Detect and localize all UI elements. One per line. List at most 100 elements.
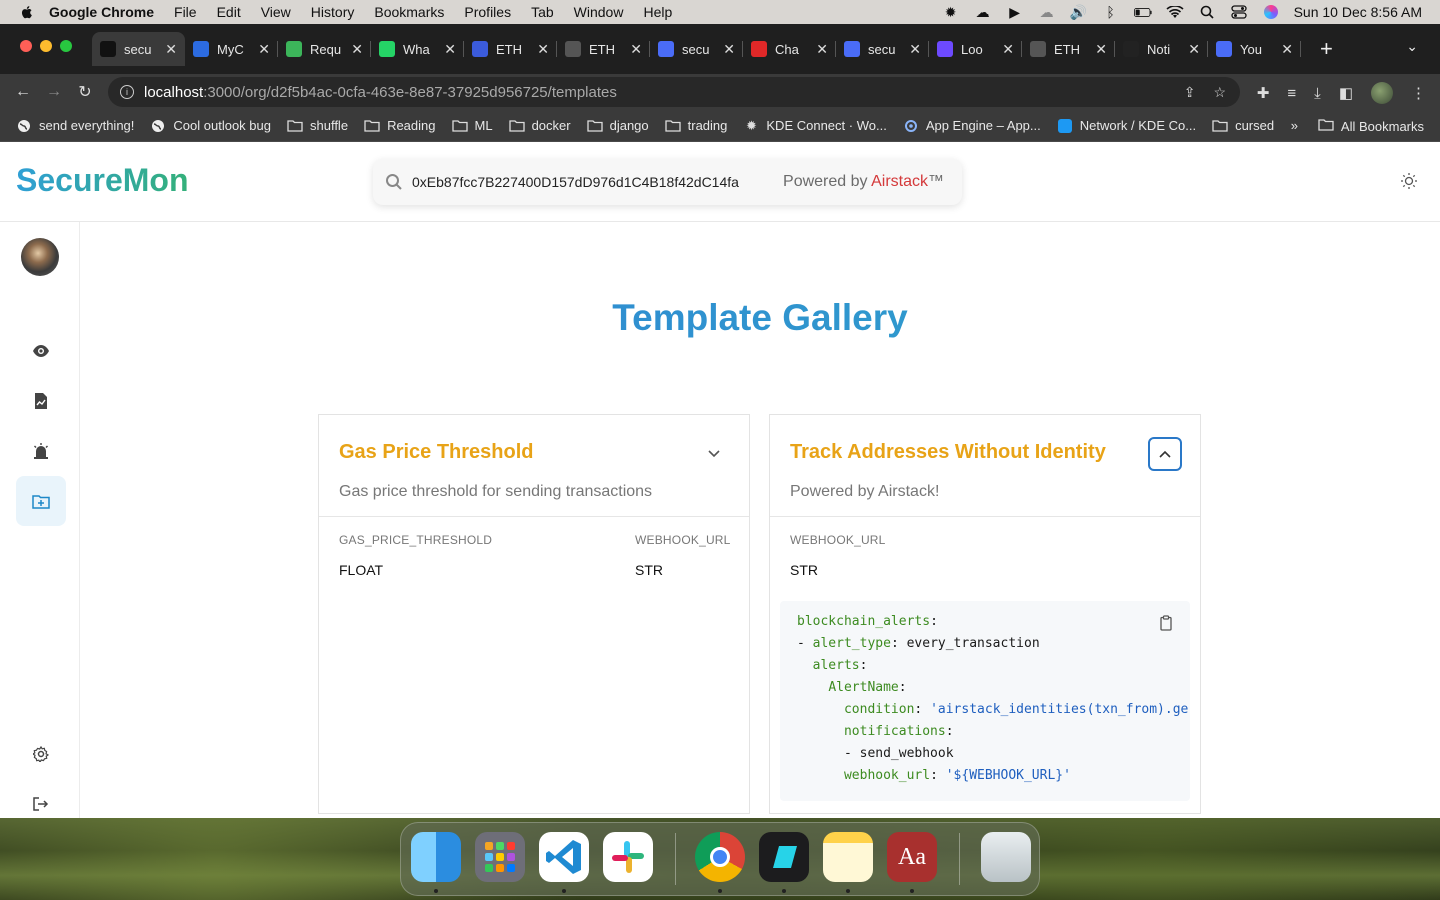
tab-search-chevron-icon[interactable]: ⌄: [1406, 38, 1418, 55]
bookmarks-overflow-button[interactable]: »: [1291, 118, 1298, 133]
address-search-bar[interactable]: 0xEb87fcc7B227400D157dD976d1C4B18f42dC14…: [373, 159, 962, 205]
wifi-icon[interactable]: [1166, 5, 1184, 19]
tab-close-icon[interactable]: ✕: [258, 41, 270, 58]
brand-logo[interactable]: SecureMon: [16, 162, 188, 199]
browser-tab[interactable]: ETH ✕: [464, 32, 557, 66]
zoom-window-button[interactable]: [60, 40, 72, 52]
tab-close-icon[interactable]: ✕: [165, 41, 177, 58]
bookmark-item[interactable]: shuffle: [287, 118, 348, 133]
sun-theme-toggle-icon[interactable]: [1400, 172, 1418, 190]
tab-close-icon[interactable]: ✕: [1095, 41, 1107, 58]
side-panel-icon[interactable]: ◧: [1339, 84, 1353, 102]
download-icon[interactable]: ⤓: [1314, 85, 1321, 102]
battery-icon[interactable]: [1133, 5, 1152, 19]
bookmark-item[interactable]: ✹ KDE Connect · Wo...: [743, 118, 887, 134]
tab-close-icon[interactable]: ✕: [630, 41, 642, 58]
bookmark-item[interactable]: ML: [451, 118, 493, 133]
browser-tab[interactable]: You ✕: [1208, 32, 1301, 66]
clipboard-copy-icon[interactable]: [1158, 615, 1174, 631]
user-avatar[interactable]: [21, 238, 59, 276]
minimize-window-button[interactable]: [40, 40, 52, 52]
menu-help[interactable]: Help: [643, 4, 672, 20]
menu-profiles[interactable]: Profiles: [464, 4, 511, 20]
menu-view[interactable]: View: [261, 4, 291, 20]
slack-app-icon[interactable]: [603, 832, 653, 882]
tab-close-icon[interactable]: ✕: [1281, 41, 1293, 58]
back-arrow-icon[interactable]: ←: [15, 83, 31, 100]
tab-close-icon[interactable]: ✕: [909, 41, 921, 58]
vscode-app-icon[interactable]: [539, 832, 589, 882]
launchpad-app-icon[interactable]: [475, 832, 525, 882]
browser-tab[interactable]: Cha ✕: [743, 32, 836, 66]
control-center-icon[interactable]: [1230, 5, 1248, 19]
browser-tab[interactable]: Wha ✕: [371, 32, 464, 66]
close-window-button[interactable]: [20, 40, 32, 52]
siri-icon[interactable]: [1262, 5, 1280, 19]
volume-icon[interactable]: 🔊: [1070, 4, 1088, 20]
menu-app-name[interactable]: Google Chrome: [49, 4, 154, 20]
address-bar[interactable]: i localhost :3000/org/d2f5b4ac-0cfa-463e…: [108, 77, 1240, 107]
browser-tab[interactable]: secu ✕: [836, 32, 929, 66]
finder-app-icon[interactable]: [411, 832, 461, 882]
dictionary-app-icon[interactable]: Aa: [887, 832, 937, 882]
settings-gear-status-icon[interactable]: ✹: [942, 4, 960, 20]
reading-list-icon[interactable]: ≡: [1287, 85, 1296, 102]
cloud-sync-icon[interactable]: ☁: [974, 4, 992, 20]
tab-close-icon[interactable]: ✕: [816, 41, 828, 58]
browser-tab[interactable]: secu ✕: [650, 32, 743, 66]
search-input[interactable]: 0xEb87fcc7B227400D157dD976d1C4B18f42dC14…: [412, 174, 739, 190]
spotlight-search-icon[interactable]: [1198, 5, 1216, 19]
profile-avatar-icon[interactable]: [1371, 82, 1393, 104]
browser-tab[interactable]: Requ ✕: [278, 32, 371, 66]
bookmark-item[interactable]: Reading: [364, 118, 436, 133]
notes-app-icon[interactable]: [823, 832, 873, 882]
browser-tab[interactable]: ETH ✕: [557, 32, 650, 66]
browser-tab[interactable]: MyC ✕: [185, 32, 278, 66]
menu-bookmarks[interactable]: Bookmarks: [374, 4, 444, 20]
sidebar-item-alerts[interactable]: [16, 426, 66, 476]
bookmark-item[interactable]: docker: [508, 118, 571, 133]
bookmark-item[interactable]: App Engine – App...: [903, 118, 1041, 133]
browser-tab[interactable]: Loo ✕: [929, 32, 1022, 66]
bookmark-item[interactable]: send everything!: [16, 118, 134, 133]
sidebar-item-monitors[interactable]: [16, 326, 66, 376]
site-info-icon[interactable]: i: [120, 85, 134, 99]
sidebar-item-logout[interactable]: [16, 779, 66, 818]
terminal-app-icon[interactable]: [759, 832, 809, 882]
menu-bar-clock[interactable]: Sun 10 Dec 8:56 AM: [1294, 4, 1422, 20]
tab-close-icon[interactable]: ✕: [723, 41, 735, 58]
tab-close-icon[interactable]: ✕: [1188, 41, 1200, 58]
reload-icon[interactable]: ↻: [77, 84, 93, 101]
collapse-toggle-button[interactable]: [1148, 437, 1182, 471]
tab-close-icon[interactable]: ✕: [1002, 41, 1014, 58]
menu-edit[interactable]: Edit: [217, 4, 241, 20]
forward-arrow-icon[interactable]: →: [46, 83, 62, 100]
apple-logo-icon[interactable]: [19, 4, 35, 20]
template-card-gas-price[interactable]: Gas Price Threshold Gas price threshold …: [318, 414, 750, 814]
all-bookmarks-button[interactable]: All Bookmarks: [1318, 110, 1424, 142]
bookmark-item[interactable]: Network / KDE Co...: [1057, 118, 1196, 133]
tab-close-icon[interactable]: ✕: [351, 41, 363, 58]
new-tab-button[interactable]: +: [1320, 36, 1333, 62]
menu-window[interactable]: Window: [574, 4, 624, 20]
bookmark-item[interactable]: Cool outlook bug: [150, 118, 271, 133]
menu-tab[interactable]: Tab: [531, 4, 554, 20]
browser-tab[interactable]: ETH ✕: [1022, 32, 1115, 66]
bookmark-item[interactable]: trading: [664, 118, 727, 133]
bookmark-item[interactable]: cursed: [1212, 118, 1274, 133]
play-circle-icon[interactable]: ▶: [1006, 4, 1024, 20]
trash-app-icon[interactable]: [981, 832, 1031, 882]
bookmark-star-icon[interactable]: ☆: [1213, 84, 1226, 101]
sidebar-item-templates[interactable]: [16, 476, 66, 526]
bookmark-item[interactable]: django: [586, 118, 649, 133]
tab-close-icon[interactable]: ✕: [537, 41, 549, 58]
chrome-menu-icon[interactable]: ⋮: [1411, 84, 1426, 102]
tab-close-icon[interactable]: ✕: [444, 41, 456, 58]
sidebar-item-settings[interactable]: [16, 729, 66, 779]
bluetooth-icon[interactable]: ᛒ: [1102, 4, 1120, 20]
browser-tab[interactable]: Noti ✕: [1115, 32, 1208, 66]
menu-history[interactable]: History: [311, 4, 355, 20]
share-icon[interactable]: ⇪: [1184, 84, 1196, 101]
expand-toggle-button[interactable]: [697, 437, 731, 471]
browser-tab[interactable]: secu ✕: [92, 32, 185, 66]
